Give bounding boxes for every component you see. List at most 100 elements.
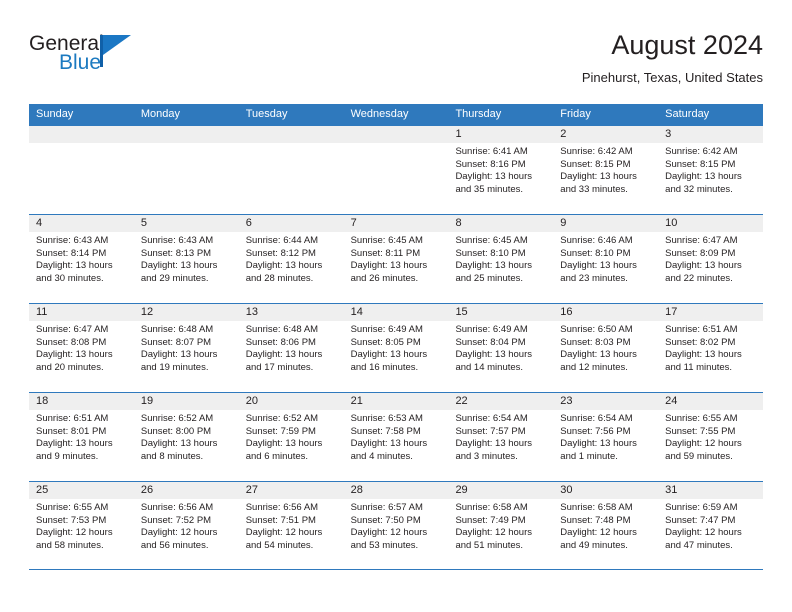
day-sun-info: Sunrise: 6:41 AM Sunset: 8:16 PM Daylight:… (448, 143, 553, 196)
sunset-text: Sunset: 8:01 PM (36, 425, 107, 437)
daylight-text: Daylight: 12 hours and 54 minutes. (245, 527, 323, 551)
day-number: 20 (245, 395, 258, 407)
calendar-day-cell-empty[interactable] (29, 126, 134, 214)
day-number: 27 (245, 484, 258, 496)
sunset-text: Sunset: 7:52 PM (140, 514, 212, 526)
day-sun-info: Sunrise: 6:47 AM Sunset: 8:09 PM Daylight:… (658, 232, 763, 285)
day-sun-info: Sunrise: 6:58 AM Sunset: 7:49 PM Daylight:… (448, 499, 553, 552)
day-number-band: 31 (658, 482, 764, 499)
calendar-day-cell[interactable]: 28 Sunrise: 6:57 AM Sunset: 7:50 PM Dayligh… (343, 482, 449, 569)
day-number-band: 6 (238, 215, 344, 232)
calendar-day-cell[interactable]: 29 Sunrise: 6:58 AM Sunset: 7:49 PM Dayligh… (448, 482, 554, 569)
calendar-day-cell[interactable]: 25 Sunrise: 6:55 AM Sunset: 7:53 PM Dayligh… (29, 482, 134, 569)
sunset-text: Sunset: 8:03 PM (560, 336, 631, 348)
calendar-day-cell[interactable]: 5 Sunrise: 6:43 AM Sunset: 8:13 PM Daylight… (133, 215, 239, 303)
daylight-text: Daylight: 13 hours and 30 minutes. (36, 260, 113, 284)
calendar-day-cell[interactable]: 23 Sunrise: 6:54 AM Sunset: 7:56 PM Dayligh… (553, 393, 659, 481)
daylight-text: Daylight: 13 hours and 16 minutes. (350, 349, 428, 373)
calendar-day-cell[interactable]: 6 Sunrise: 6:44 AM Sunset: 8:12 PM Daylight… (238, 215, 344, 303)
sunset-text: Sunset: 8:14 PM (36, 247, 107, 259)
day-number-band: 13 (238, 304, 344, 321)
weekday-header-friday: Friday (560, 108, 591, 120)
day-number: 21 (350, 395, 363, 407)
calendar-day-cell[interactable]: 15 Sunrise: 6:49 AM Sunset: 8:04 PM Dayligh… (448, 304, 554, 392)
calendar-day-cell[interactable]: 30 Sunrise: 6:58 AM Sunset: 7:48 PM Dayligh… (553, 482, 659, 569)
sunset-text: Sunset: 7:56 PM (560, 425, 631, 437)
calendar-day-cell[interactable]: 20 Sunrise: 6:52 AM Sunset: 7:59 PM Dayligh… (238, 393, 344, 481)
day-sun-info: Sunrise: 6:49 AM Sunset: 8:05 PM Daylight:… (344, 321, 449, 374)
calendar-day-cell[interactable]: 17 Sunrise: 6:51 AM Sunset: 8:02 PM Dayligh… (658, 304, 764, 392)
day-number: 17 (665, 306, 678, 318)
day-sun-info: Sunrise: 6:55 AM Sunset: 7:53 PM Daylight:… (29, 499, 134, 552)
weekday-header-wednesday: Wednesday (350, 108, 409, 120)
calendar-day-cell[interactable]: 18 Sunrise: 6:51 AM Sunset: 8:01 PM Dayligh… (29, 393, 134, 481)
calendar-day-cell[interactable]: 8 Sunrise: 6:45 AM Sunset: 8:10 PM Daylight… (448, 215, 554, 303)
daylight-text: Daylight: 13 hours and 19 minutes. (140, 349, 218, 373)
daylight-text: Daylight: 13 hours and 33 minutes. (560, 171, 637, 195)
day-number-band: 24 (658, 393, 764, 410)
calendar-day-cell[interactable]: 22 Sunrise: 6:54 AM Sunset: 7:57 PM Dayligh… (448, 393, 554, 481)
calendar-day-cell[interactable]: 4 Sunrise: 6:43 AM Sunset: 8:14 PM Daylight… (29, 215, 134, 303)
sunrise-text: Sunrise: 6:45 AM (350, 235, 423, 246)
day-number-band: 8 (448, 215, 554, 232)
sunset-text: Sunset: 8:15 PM (665, 158, 736, 170)
day-sun-info: Sunrise: 6:57 AM Sunset: 7:50 PM Daylight:… (344, 499, 449, 552)
calendar-day-cell[interactable]: 14 Sunrise: 6:49 AM Sunset: 8:05 PM Dayligh… (343, 304, 449, 392)
day-number-band: 30 (553, 482, 659, 499)
calendar-day-cell[interactable]: 21 Sunrise: 6:53 AM Sunset: 7:58 PM Dayligh… (343, 393, 449, 481)
daylight-text: Daylight: 12 hours and 56 minutes. (140, 527, 218, 551)
day-number: 12 (140, 306, 154, 318)
calendar-day-cell[interactable]: 26 Sunrise: 6:56 AM Sunset: 7:52 PM Dayligh… (133, 482, 239, 569)
sunset-text: Sunset: 8:07 PM (140, 336, 212, 348)
daylight-text: Daylight: 13 hours and 23 minutes. (560, 260, 637, 284)
day-sun-info: Sunrise: 6:54 AM Sunset: 7:56 PM Daylight:… (553, 410, 658, 463)
day-number-band: 4 (29, 215, 134, 232)
daylight-text: Daylight: 13 hours and 8 minutes. (140, 438, 218, 462)
calendar-day-cell[interactable]: 2 Sunrise: 6:42 AM Sunset: 8:15 PM Daylight… (553, 126, 659, 214)
day-number-band (29, 126, 134, 143)
calendar-day-cell[interactable]: 31 Sunrise: 6:59 AM Sunset: 7:47 PM Dayligh… (658, 482, 764, 569)
calendar-day-cell[interactable]: 24 Sunrise: 6:55 AM Sunset: 7:55 PM Dayligh… (658, 393, 764, 481)
sunset-text: Sunset: 7:58 PM (350, 425, 421, 437)
flag-triangle-icon (100, 35, 131, 67)
calendar-day-cell[interactable]: 3 Sunrise: 6:42 AM Sunset: 8:15 PM Daylight… (658, 126, 764, 214)
calendar-day-cell-empty[interactable] (343, 126, 449, 214)
daylight-text: Daylight: 13 hours and 6 minutes. (245, 438, 323, 462)
day-number-band: 11 (29, 304, 134, 321)
calendar-day-cell-empty[interactable] (133, 126, 239, 214)
sunrise-text: Sunrise: 6:56 AM (140, 502, 214, 513)
daylight-text: Daylight: 12 hours and 49 minutes. (560, 527, 637, 551)
title-block: August 2024 Pinehurst, Texas, United Sta… (582, 28, 763, 88)
daylight-text: Daylight: 13 hours and 26 minutes. (350, 260, 428, 284)
calendar-day-cell[interactable]: 10 Sunrise: 6:47 AM Sunset: 8:09 PM Dayligh… (658, 215, 764, 303)
sunset-text: Sunset: 8:00 PM (140, 425, 212, 437)
day-number: 22 (455, 395, 468, 407)
day-number-band: 19 (133, 393, 239, 410)
day-number: 3 (665, 128, 672, 140)
calendar-day-cell[interactable]: 11 Sunrise: 6:47 AM Sunset: 8:08 PM Dayligh… (29, 304, 134, 392)
calendar-day-cell[interactable]: 12 Sunrise: 6:48 AM Sunset: 8:07 PM Dayligh… (133, 304, 239, 392)
day-number-band: 14 (343, 304, 449, 321)
sunset-text: Sunset: 7:47 PM (665, 514, 736, 526)
calendar-grid: Sunday Monday Tuesday Wednesday Thursday Frid… (29, 104, 764, 570)
sunset-text: Sunset: 7:48 PM (560, 514, 631, 526)
calendar-day-cell[interactable]: 27 Sunrise: 6:56 AM Sunset: 7:51 PM Dayligh… (238, 482, 344, 569)
day-number-band (238, 126, 344, 143)
calendar-day-cell[interactable]: 9 Sunrise: 6:46 AM Sunset: 8:10 PM Daylight… (553, 215, 659, 303)
sunrise-text: Sunrise: 6:58 AM (455, 502, 528, 513)
daylight-text: Daylight: 13 hours and 9 minutes. (36, 438, 113, 462)
calendar-day-cell[interactable]: 16 Sunrise: 6:50 AM Sunset: 8:03 PM Dayligh… (553, 304, 659, 392)
sunrise-text: Sunrise: 6:52 AM (245, 413, 319, 424)
daylight-text: Daylight: 13 hours and 22 minutes. (665, 260, 742, 284)
calendar-day-cell[interactable]: 19 Sunrise: 6:52 AM Sunset: 8:00 PM Dayligh… (133, 393, 239, 481)
sunset-text: Sunset: 7:50 PM (350, 514, 421, 526)
daylight-text: Daylight: 13 hours and 12 minutes. (560, 349, 637, 373)
daylight-text: Daylight: 13 hours and 1 minute. (560, 438, 637, 462)
calendar-day-cell[interactable]: 1 Sunrise: 6:41 AM Sunset: 8:16 PM Daylight… (448, 126, 554, 214)
calendar-day-cell[interactable]: 13 Sunrise: 6:48 AM Sunset: 8:06 PM Dayligh… (238, 304, 344, 392)
general-blue-logo: General Blue (29, 32, 169, 84)
calendar-day-cell-empty[interactable] (238, 126, 344, 214)
daylight-text: Daylight: 13 hours and 25 minutes. (455, 260, 533, 284)
calendar-page: General Blue August 2024 Pinehurst, Texa… (0, 0, 792, 612)
calendar-day-cell[interactable]: 7 Sunrise: 6:45 AM Sunset: 8:11 PM Daylight… (343, 215, 449, 303)
